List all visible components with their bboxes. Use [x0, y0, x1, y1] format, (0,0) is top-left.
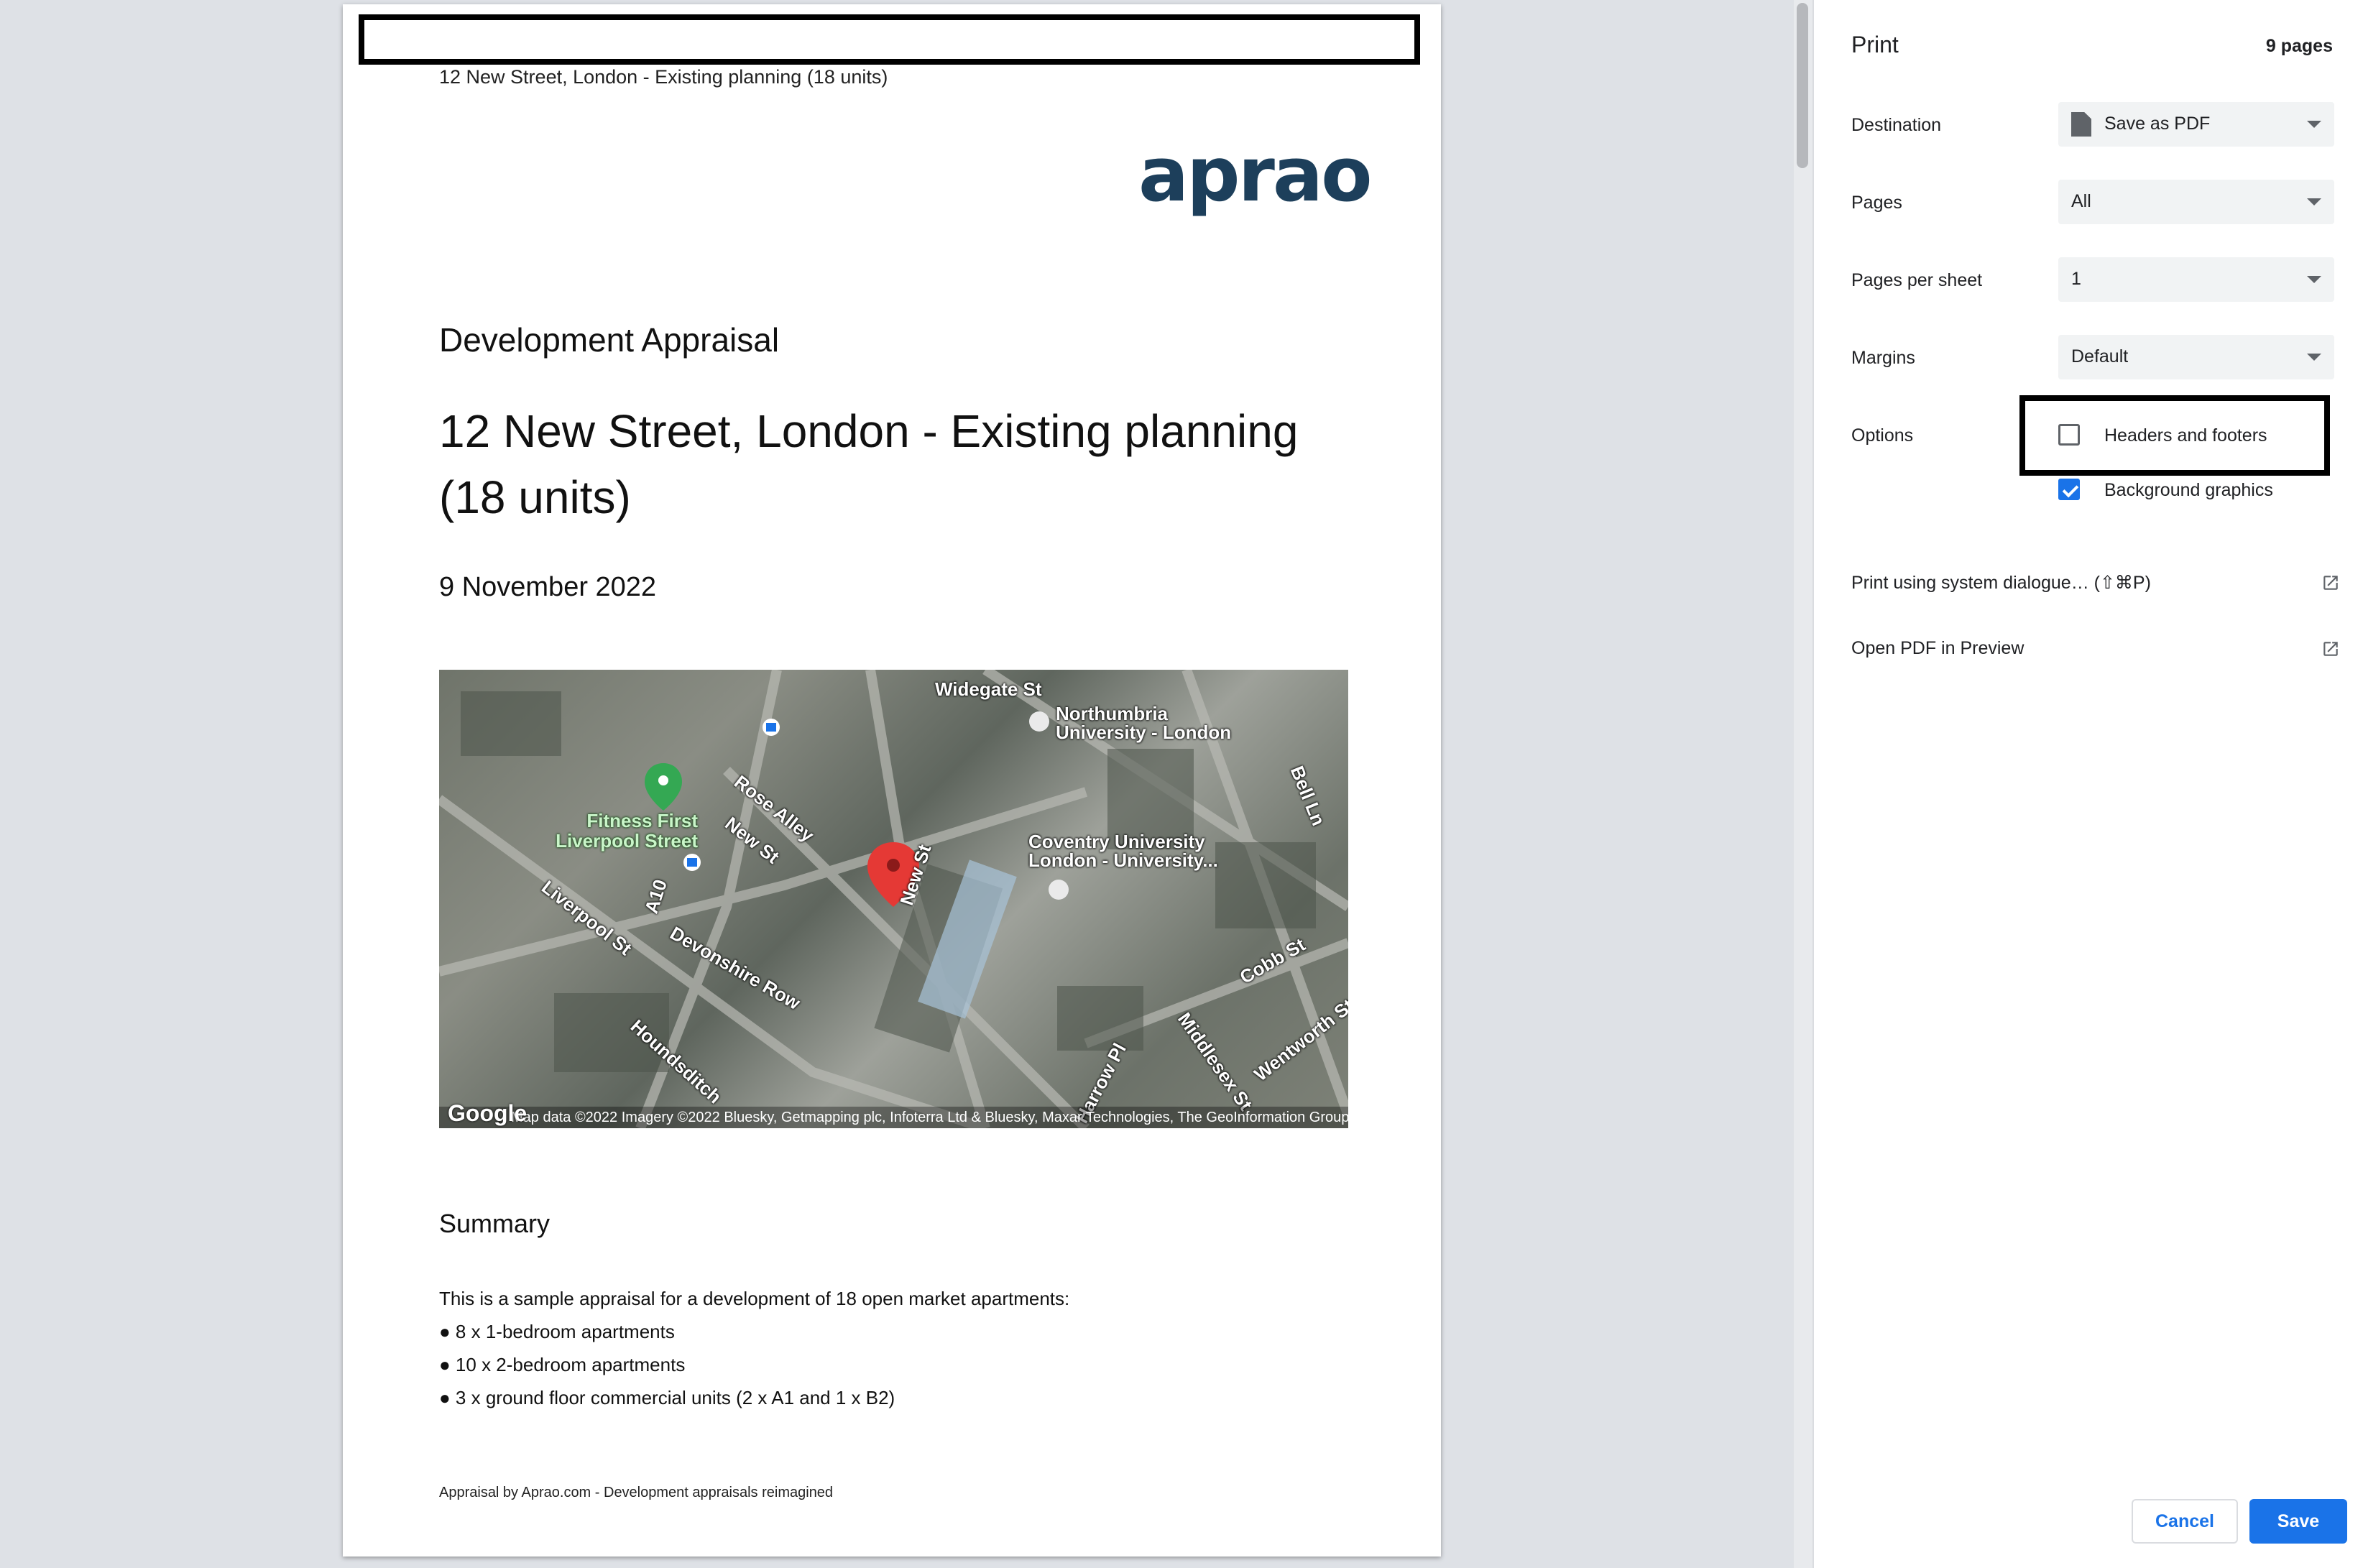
- chevron-down-icon: [2307, 121, 2321, 128]
- background-graphics-label[interactable]: Background graphics: [2104, 480, 2273, 501]
- margins-value: Default: [2071, 346, 2129, 366]
- destination-value: Save as PDF: [2104, 114, 2211, 134]
- margins-select[interactable]: Default: [2058, 335, 2334, 379]
- pages-per-sheet-label: Pages per sheet: [1851, 270, 1983, 290]
- print-settings-panel: Print 9 pages Destination Save as PDF Pa…: [1812, 0, 2363, 1568]
- chevron-down-icon: [2307, 198, 2321, 206]
- map-label-northumbria: Northumbria University - London: [1056, 703, 1232, 743]
- pages-per-sheet-select[interactable]: 1: [2058, 257, 2334, 302]
- print-title: Print: [1851, 32, 1899, 57]
- open-external-icon: [2323, 576, 2338, 590]
- satellite-map: Widegate St Northumbria University - Lon…: [439, 670, 1348, 1128]
- page-footer-text: Appraisal by Aprao.com - Development app…: [439, 1485, 834, 1500]
- summary-heading: Summary: [439, 1209, 551, 1238]
- google-logo: Google: [448, 1100, 528, 1126]
- options-label: Options: [1851, 425, 1914, 446]
- document-icon: [2071, 112, 2091, 137]
- destination-select[interactable]: Save as PDF: [2058, 102, 2334, 147]
- page-header-text: 12 New Street, London - Existing plannin…: [439, 66, 888, 88]
- map-attribution: Map data ©2022 Imagery ©2022 Bluesky, Ge…: [439, 1107, 1348, 1128]
- destination-label: Destination: [1851, 115, 1942, 135]
- headers-footers-checkbox[interactable]: [2058, 424, 2080, 446]
- chevron-down-icon: [2307, 354, 2321, 361]
- preview-scrollbar-thumb[interactable]: [1797, 3, 1808, 168]
- system-dialogue-link[interactable]: Print using system dialogue… (⇧⌘P): [1851, 569, 2340, 598]
- header-highlight-box: [359, 14, 1420, 65]
- system-dialogue-label: Print using system dialogue… (⇧⌘P): [1851, 573, 2151, 593]
- open-external-icon: [2323, 642, 2338, 656]
- map-label-fitness-first: Fitness First Liverpool Street: [556, 810, 698, 852]
- pages-select[interactable]: All: [2058, 180, 2334, 224]
- headers-footers-label[interactable]: Headers and footers: [2104, 425, 2267, 446]
- summary-intro: This is a sample appraisal for a develop…: [439, 1288, 1070, 1309]
- preview-page: 12 New Street, London - Existing plannin…: [343, 4, 1441, 1557]
- map-label-widegate: Widegate St: [935, 678, 1042, 700]
- document-date: 9 November 2022: [439, 572, 657, 602]
- chevron-down-icon: [2307, 276, 2321, 283]
- page-count: 9 pages: [2265, 36, 2333, 56]
- print-preview-area: 12 New Street, London - Existing plannin…: [0, 0, 1794, 1568]
- cancel-button[interactable]: Cancel: [2132, 1499, 2238, 1544]
- document-kind: Development Appraisal: [439, 321, 780, 359]
- document-title: 12 New Street, London - Existing plannin…: [439, 405, 1299, 523]
- pages-per-sheet-value: 1: [2071, 269, 2081, 289]
- pages-value: All: [2071, 191, 2091, 211]
- map-label-coventry: Coventry University London - University.…: [1028, 831, 1218, 871]
- background-graphics-checkbox[interactable]: [2058, 479, 2080, 500]
- preview-scrollbar[interactable]: [1794, 0, 1812, 1568]
- summary-bullet: ● 3 x ground floor commercial units (2 x…: [439, 1387, 895, 1408]
- open-pdf-preview-label: Open PDF in Preview: [1851, 638, 2025, 658]
- open-pdf-preview-link[interactable]: Open PDF in Preview: [1851, 635, 2340, 664]
- margins-label: Margins: [1851, 348, 1915, 368]
- summary-bullet: ● 8 x 1-bedroom apartments: [439, 1321, 675, 1342]
- summary-bullet: ● 10 x 2-bedroom apartments: [439, 1354, 686, 1375]
- aprao-logo: aprao: [1138, 131, 1373, 218]
- save-button[interactable]: Save: [2249, 1499, 2347, 1544]
- pages-label: Pages: [1851, 193, 1902, 213]
